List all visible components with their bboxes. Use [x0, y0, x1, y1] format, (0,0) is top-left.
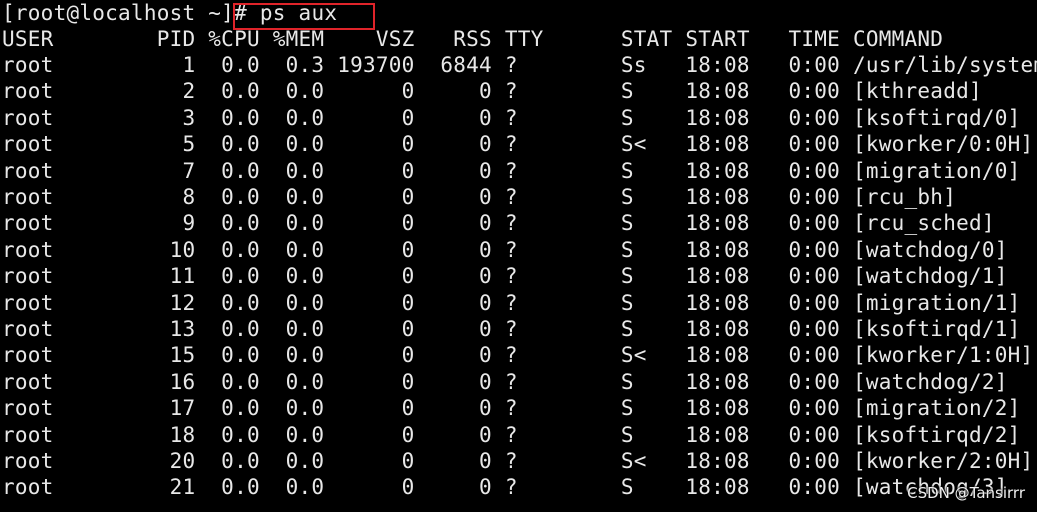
process-row: root 21 0.0 0.0 0 0 ? S 18:08 0:00 [watc… [2, 475, 1008, 500]
process-row: root 13 0.0 0.0 0 0 ? S 18:08 0:00 [ksof… [2, 317, 1021, 341]
process-row: root 10 0.0 0.0 0 0 ? S 18:08 0:00 [watc… [2, 237, 1008, 262]
process-row: root 2 0.0 0.0 0 0 ? S 18:08 0:00 [kthre… [2, 79, 982, 104]
ps-header-row: USER PID %CPU %MEM VSZ RSS TTY STAT STAR… [2, 27, 944, 51]
process-row: root 3 0.0 0.0 0 0 ? S 18:08 0:00 [ksoft… [2, 105, 1021, 130]
process-row: root 7 0.0 0.0 0 0 ? S 18:08 0:00 [migra… [2, 158, 1021, 183]
process-row: root 9 0.0 0.0 0 0 ? S 18:08 0:00 [rcu_s… [2, 211, 995, 236]
process-row: root 16 0.0 0.0 0 0 ? S 18:08 0:00 [watc… [2, 369, 1008, 394]
process-row: root 1 0.0 0.3 193700 6844 ? Ss 18:08 0:… [2, 53, 1037, 77]
process-row: root 15 0.0 0.0 0 0 ? S< 18:08 0:00 [kwo… [2, 343, 1034, 368]
process-row: root 17 0.0 0.0 0 0 ? S 18:08 0:00 [migr… [2, 396, 1021, 421]
terminal-window[interactable]: [root@localhost ~]# ps aux USER PID %CPU… [0, 0, 1037, 512]
process-row: root 18 0.0 0.0 0 0 ? S 18:08 0:00 [ksof… [2, 422, 1021, 447]
shell-prompt: [root@localhost ~]# [2, 1, 260, 25]
process-row: root 12 0.0 0.0 0 0 ? S 18:08 0:00 [migr… [2, 290, 1021, 315]
process-row: root 8 0.0 0.0 0 0 ? S 18:08 0:00 [rcu_b… [2, 185, 957, 209]
process-row: root 5 0.0 0.0 0 0 ? S< 18:08 0:00 [kwor… [2, 132, 1034, 157]
process-row: root 20 0.0 0.0 0 0 ? S< 18:08 0:00 [kwo… [2, 449, 1034, 473]
process-row: root 11 0.0 0.0 0 0 ? S 18:08 0:00 [watc… [2, 264, 1008, 289]
watermark-text: CSDN @Tansirrr [907, 484, 1025, 502]
